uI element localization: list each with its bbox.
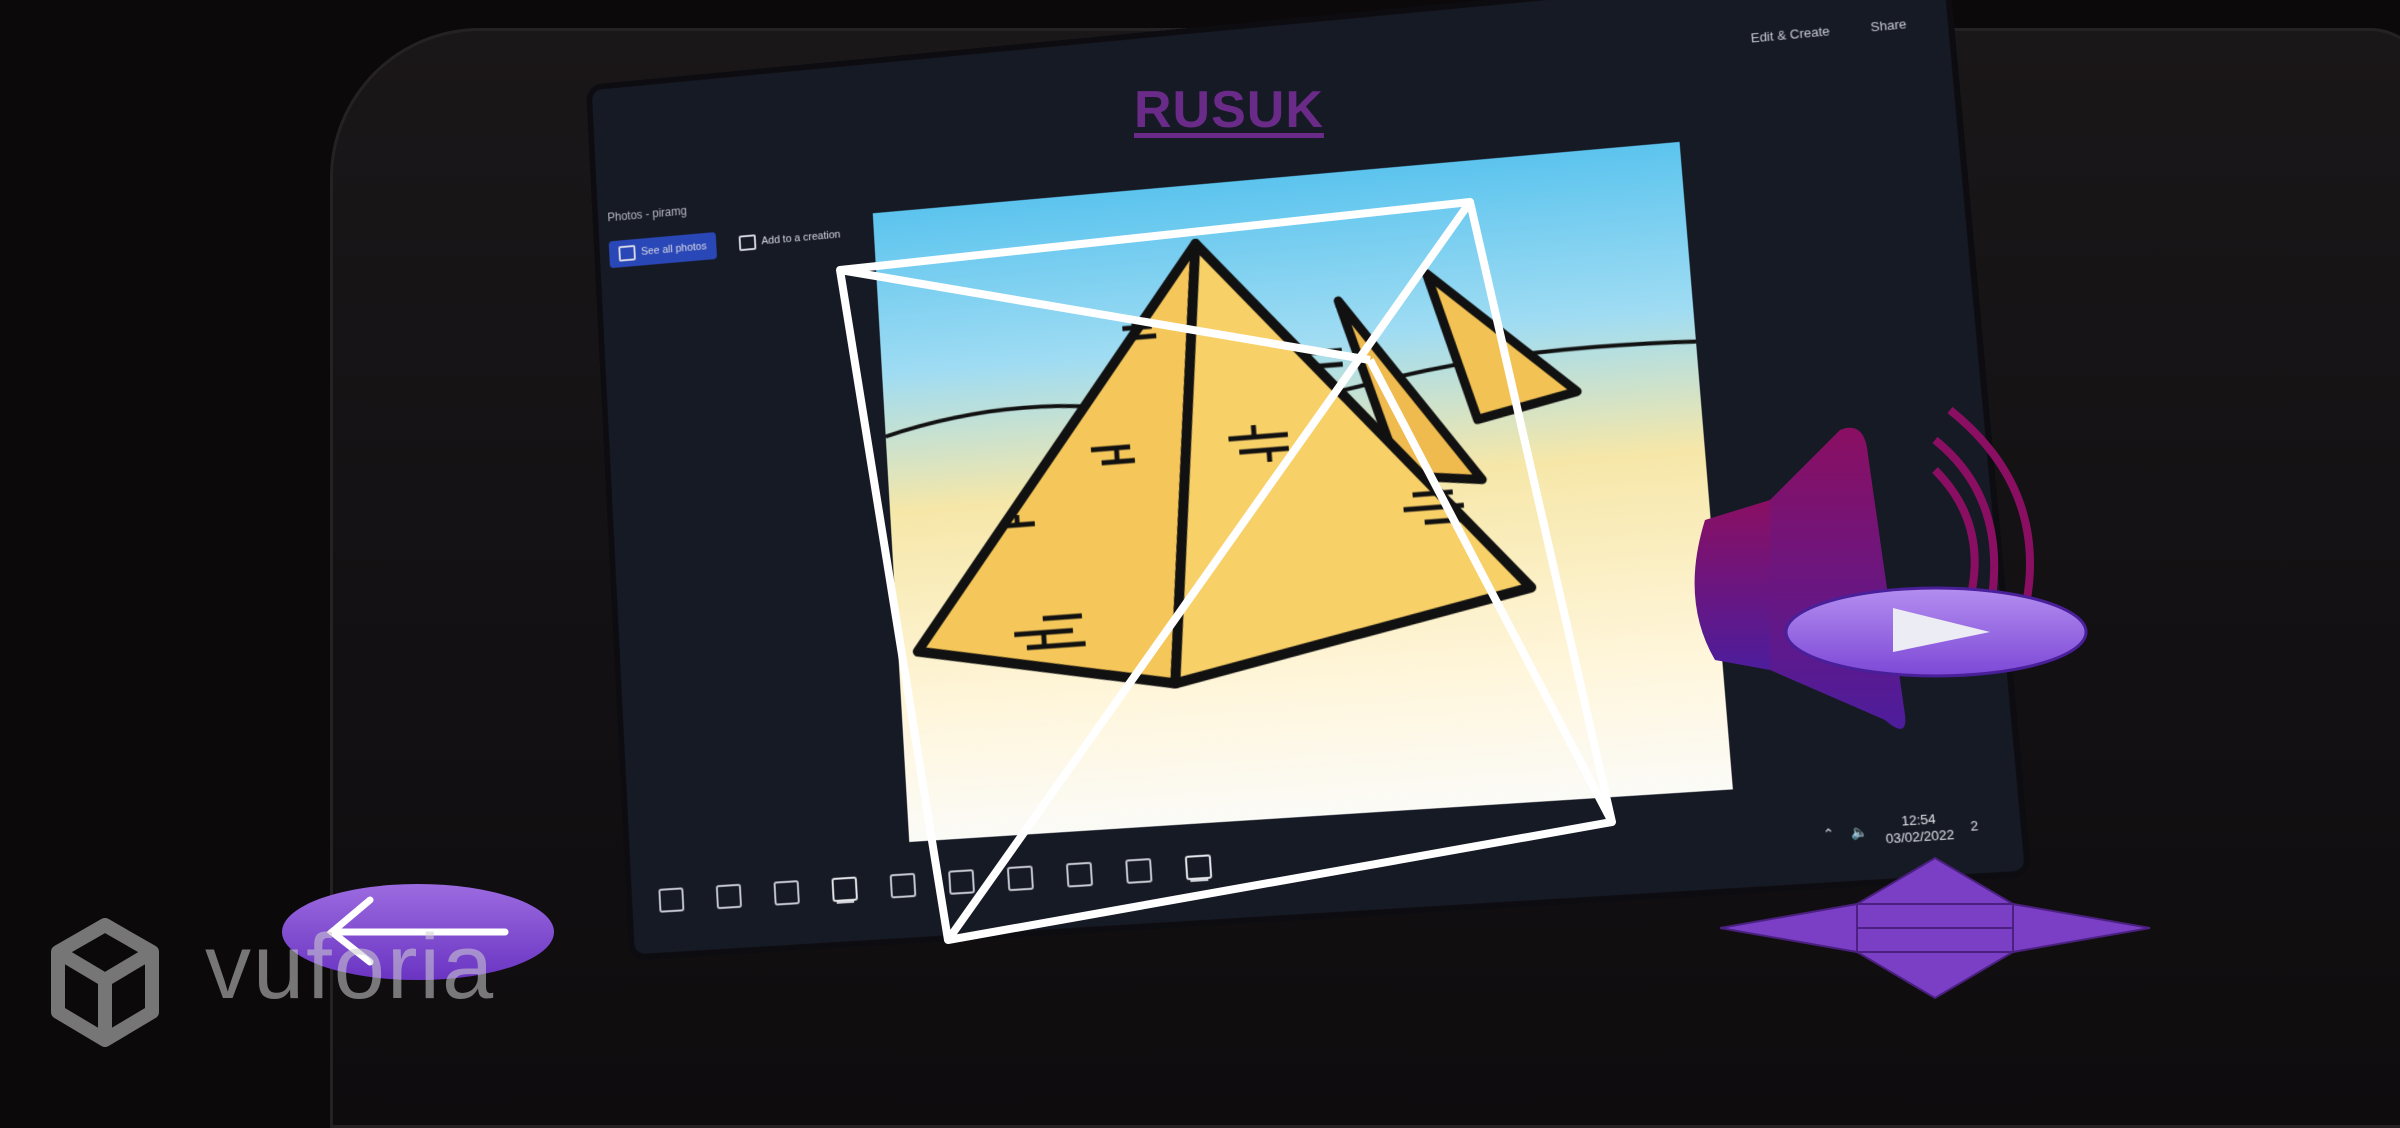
ar-title: RUSUK [1134, 81, 1324, 139]
pyramid-net-icon [1719, 856, 2151, 1000]
vuforia-wordmark: vuforia [205, 916, 496, 1018]
ar-camera-view: Photos - piramg See all photos Add to a … [0, 0, 2400, 1128]
play-button[interactable] [1784, 586, 2088, 678]
pyramid-wireframe [836, 198, 1616, 944]
vuforia-logo-icon [51, 918, 159, 1047]
pyramid-net-button[interactable] [1719, 856, 2151, 1000]
vuforia-watermark: vuforia [205, 915, 495, 1020]
speaker-icon [1694, 406, 2034, 729]
